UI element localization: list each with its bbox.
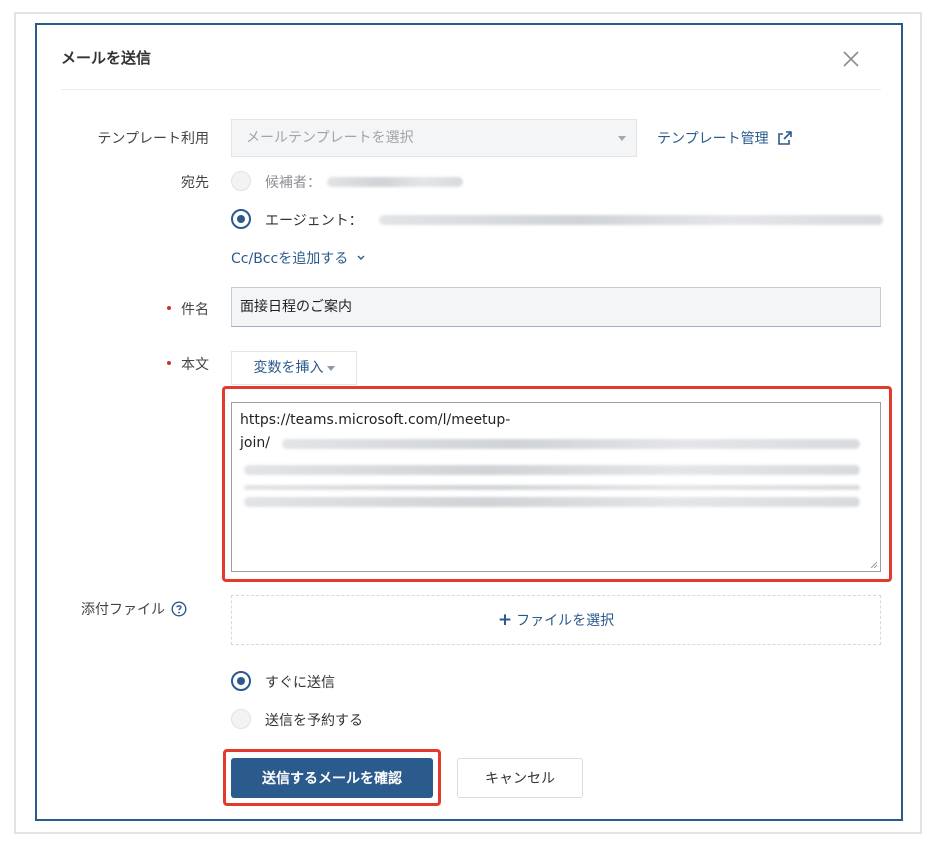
attachment-label: 添付ファイル [81,599,187,619]
redacted-agent-email [379,215,883,225]
template-select[interactable]: メールテンプレートを選択 [231,119,637,157]
cancel-button[interactable]: キャンセル [457,758,583,798]
redacted-body-line [244,497,860,507]
subject-input[interactable]: 面接日程のご案内 [231,287,881,327]
attachment-label-text: 添付ファイル [81,602,165,618]
dialog-title: メールを送信 [61,49,152,67]
plus-icon: + [497,610,513,630]
body-label-text: 本文 [181,357,209,373]
external-link-icon [777,131,792,145]
confirm-send-button[interactable]: 送信するメールを確認 [231,758,433,798]
add-cc-bcc-link[interactable]: Cc/Bccを追加する [231,248,366,268]
redacted-body-line [244,465,860,475]
insert-variable-label: 変数を挿入 [253,360,324,376]
body-text-line-2-value: join/ [240,435,270,451]
resize-handle-icon[interactable] [868,559,878,569]
schedule-send-radio[interactable] [231,709,251,729]
template-label: テンプレート利用 [97,131,209,147]
body-textarea[interactable]: https://teams.microsoft.com/l/meetup- jo… [231,402,881,572]
template-manage-link[interactable]: テンプレート管理 [657,128,793,148]
subject-value: 面接日程のご案内 [240,299,352,315]
caret-down-icon [326,365,335,371]
agent-radio[interactable] [231,209,251,229]
body-label: 本文 [59,354,209,374]
required-indicator [167,361,171,365]
subject-label: 件名 [59,299,209,319]
insert-variable-button[interactable]: 変数を挿入 [231,351,357,385]
candidate-radio-label: 候補者： [265,175,321,191]
file-select-dropzone[interactable]: + ファイルを選択 [231,595,881,645]
close-icon[interactable] [839,47,863,71]
body-text-line-1: https://teams.microsoft.com/l/meetup- [240,412,511,428]
subject-label-text: 件名 [181,302,209,318]
redacted-meeting-url [282,439,860,449]
template-manage-label: テンプレート管理 [657,131,769,147]
chevron-down-icon [618,136,626,141]
file-select-label: ファイルを選択 [516,613,615,629]
chevron-down-icon [357,255,365,260]
send-now-label: すぐに送信 [265,675,335,691]
redacted-body-line [244,485,860,490]
redacted-candidate-email [327,177,463,187]
schedule-send-label: 送信を予約する [265,713,363,729]
template-select-placeholder: メールテンプレートを選択 [246,130,414,146]
send-mail-dialog: メールを送信 テンプレート利用 メールテンプレートを選択 テンプレート管理 宛先… [35,23,903,821]
send-now-radio[interactable] [231,671,251,691]
agent-radio-label: エージェント： [265,213,363,229]
required-indicator [167,306,171,310]
add-cc-bcc-label: Cc/Bccを追加する [231,251,349,267]
candidate-radio[interactable] [231,171,251,191]
help-icon[interactable] [171,601,187,617]
header-divider [61,89,881,90]
recipient-label: 宛先 [181,175,209,191]
